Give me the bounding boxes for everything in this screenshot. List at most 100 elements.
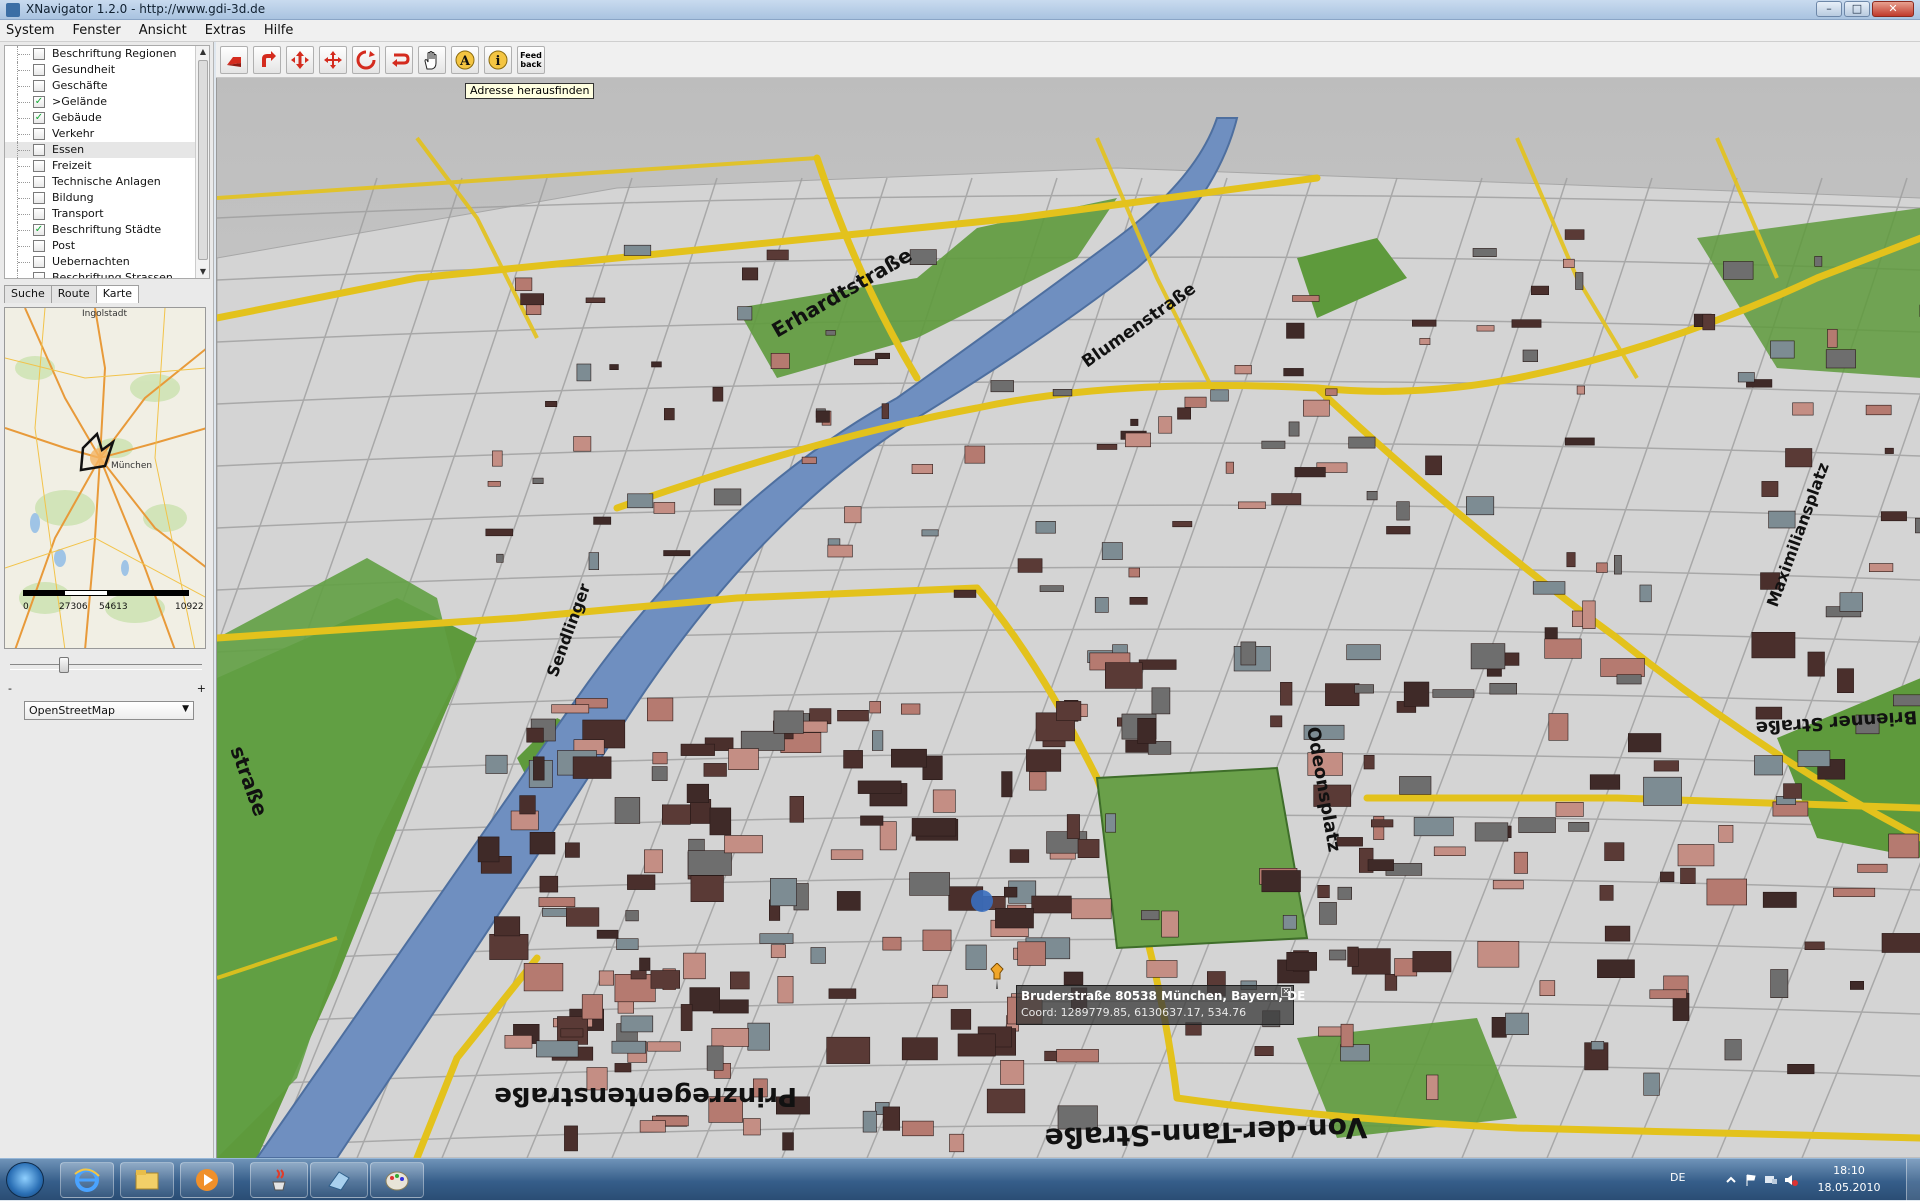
layer-item[interactable]: Technische Anlagen (5, 174, 195, 190)
zoom-slider[interactable] (10, 664, 202, 670)
overview-map[interactable]: Ingolstadt München 0 27306 54613 10922 (4, 307, 206, 649)
map-source-select[interactable]: OpenStreetMap ▼ (24, 701, 194, 720)
scale-label-2: 54613 (99, 602, 128, 612)
maximize-button[interactable]: □ (1844, 1, 1870, 17)
layer-item[interactable]: Uebernachten (5, 254, 195, 270)
annotate-button[interactable]: A (451, 46, 479, 74)
building (612, 1041, 646, 1053)
menu-system[interactable]: System (6, 23, 54, 38)
move-vertical-button[interactable] (286, 46, 314, 74)
tab-suche[interactable]: Suche (4, 285, 52, 303)
tab-karte[interactable]: Karte (96, 285, 139, 303)
layer-item[interactable]: Beschriftung Strassen (5, 270, 195, 279)
building (1754, 756, 1782, 775)
building (1238, 502, 1265, 509)
show-desktop-button[interactable] (1906, 1159, 1920, 1201)
building (478, 837, 499, 862)
building (744, 1119, 761, 1136)
layer-checkbox[interactable] (33, 128, 45, 140)
info-button[interactable]: i (484, 46, 512, 74)
taskbar-ie[interactable] (60, 1162, 114, 1198)
layer-checkbox[interactable]: ✓ (33, 112, 45, 124)
reset-view-button[interactable] (352, 46, 380, 74)
layer-checkbox[interactable] (33, 144, 45, 156)
layer-item[interactable]: Transport (5, 206, 195, 222)
volume-muted-icon[interactable] (1784, 1173, 1798, 1187)
map-3d-view[interactable]: Prinzregentenstraße Von-der-Tann-Straße … (216, 78, 1920, 1158)
layer-checkbox[interactable] (33, 272, 45, 279)
building (1477, 326, 1494, 332)
building (712, 1028, 749, 1046)
menu-hilfe[interactable]: Hilfe (264, 23, 294, 38)
layer-checkbox[interactable] (33, 176, 45, 188)
building (828, 545, 853, 557)
move-pan-button[interactable] (319, 46, 347, 74)
scroll-thumb[interactable] (198, 60, 208, 260)
rotate-left-icon (223, 49, 245, 71)
layer-checkbox[interactable] (33, 64, 45, 76)
rotate-left-button[interactable] (220, 46, 248, 74)
scroll-up-arrow-icon[interactable]: ▲ (198, 47, 208, 57)
taskbar-mediaplayer[interactable] (180, 1162, 234, 1198)
layer-item[interactable]: ✓>Gelände (5, 94, 195, 110)
tray-date[interactable]: 18.05.2010 (1814, 1181, 1884, 1194)
taskbar-java[interactable] (250, 1162, 308, 1198)
layer-item[interactable]: Gesundheit (5, 62, 195, 78)
scroll-down-arrow-icon[interactable]: ▼ (198, 267, 208, 277)
tray-language[interactable]: DE (1670, 1171, 1685, 1184)
layer-checkbox[interactable]: ✓ (33, 96, 45, 108)
minimize-button[interactable]: – (1816, 1, 1842, 17)
building (1029, 772, 1046, 790)
building (1752, 632, 1795, 658)
tray-time[interactable]: 18:10 (1814, 1164, 1884, 1177)
layer-checkbox[interactable] (33, 208, 45, 220)
layer-item[interactable]: Essen (5, 142, 195, 158)
xnavigator-icon (325, 1166, 353, 1194)
layer-item[interactable]: Geschäfte (5, 78, 195, 94)
building (1364, 755, 1374, 769)
layer-checkbox[interactable] (33, 256, 45, 268)
building (1866, 405, 1891, 415)
tray-chevron-icon[interactable] (1724, 1173, 1738, 1187)
layer-item[interactable]: ✓Beschriftung Städte (5, 222, 195, 238)
menu-extras[interactable]: Extras (205, 23, 246, 38)
building (1330, 950, 1346, 960)
undo-button[interactable] (385, 46, 413, 74)
layer-item[interactable]: Beschriftung Regionen (5, 46, 195, 62)
layer-item[interactable]: ✓Gebäude (5, 110, 195, 126)
tree-connector (17, 270, 33, 279)
building (1287, 952, 1317, 970)
layer-checkbox[interactable] (33, 160, 45, 172)
tree-connector (17, 222, 33, 238)
building (1097, 444, 1117, 449)
tab-route[interactable]: Route (51, 285, 97, 303)
layer-checkbox[interactable] (33, 192, 45, 204)
taskbar-paint[interactable] (370, 1162, 424, 1198)
layer-checkbox[interactable] (33, 80, 45, 92)
layer-checkbox[interactable]: ✓ (33, 224, 45, 236)
close-button[interactable]: ✕ (1872, 1, 1914, 17)
layer-checkbox[interactable] (33, 240, 45, 252)
menu-ansicht[interactable]: Ansicht (139, 23, 187, 38)
layer-tree-scrollbar[interactable]: ▲ ▼ (195, 46, 209, 278)
layer-checkbox[interactable] (33, 48, 45, 60)
feedback-button[interactable]: Feed back (517, 46, 545, 74)
building (542, 908, 566, 916)
action-center-flag-icon[interactable] (1744, 1173, 1758, 1187)
layer-item[interactable]: Freizeit (5, 158, 195, 174)
taskbar-xnavigator[interactable] (310, 1162, 368, 1198)
layer-item[interactable]: Bildung (5, 190, 195, 206)
layer-item[interactable]: Verkehr (5, 126, 195, 142)
hand-button[interactable] (418, 46, 446, 74)
building (1725, 1040, 1741, 1061)
start-button[interactable] (6, 1162, 44, 1198)
taskbar-explorer[interactable] (120, 1162, 174, 1198)
pushpin-icon[interactable] (987, 963, 1007, 989)
zoom-slider-knob[interactable] (59, 657, 69, 673)
building (811, 948, 826, 964)
menu-fenster[interactable]: Fenster (72, 23, 120, 38)
popup-close-icon[interactable]: ✕ (1281, 987, 1291, 997)
rotate-right-button[interactable] (253, 46, 281, 74)
layer-item[interactable]: Post (5, 238, 195, 254)
network-icon[interactable] (1764, 1173, 1778, 1187)
